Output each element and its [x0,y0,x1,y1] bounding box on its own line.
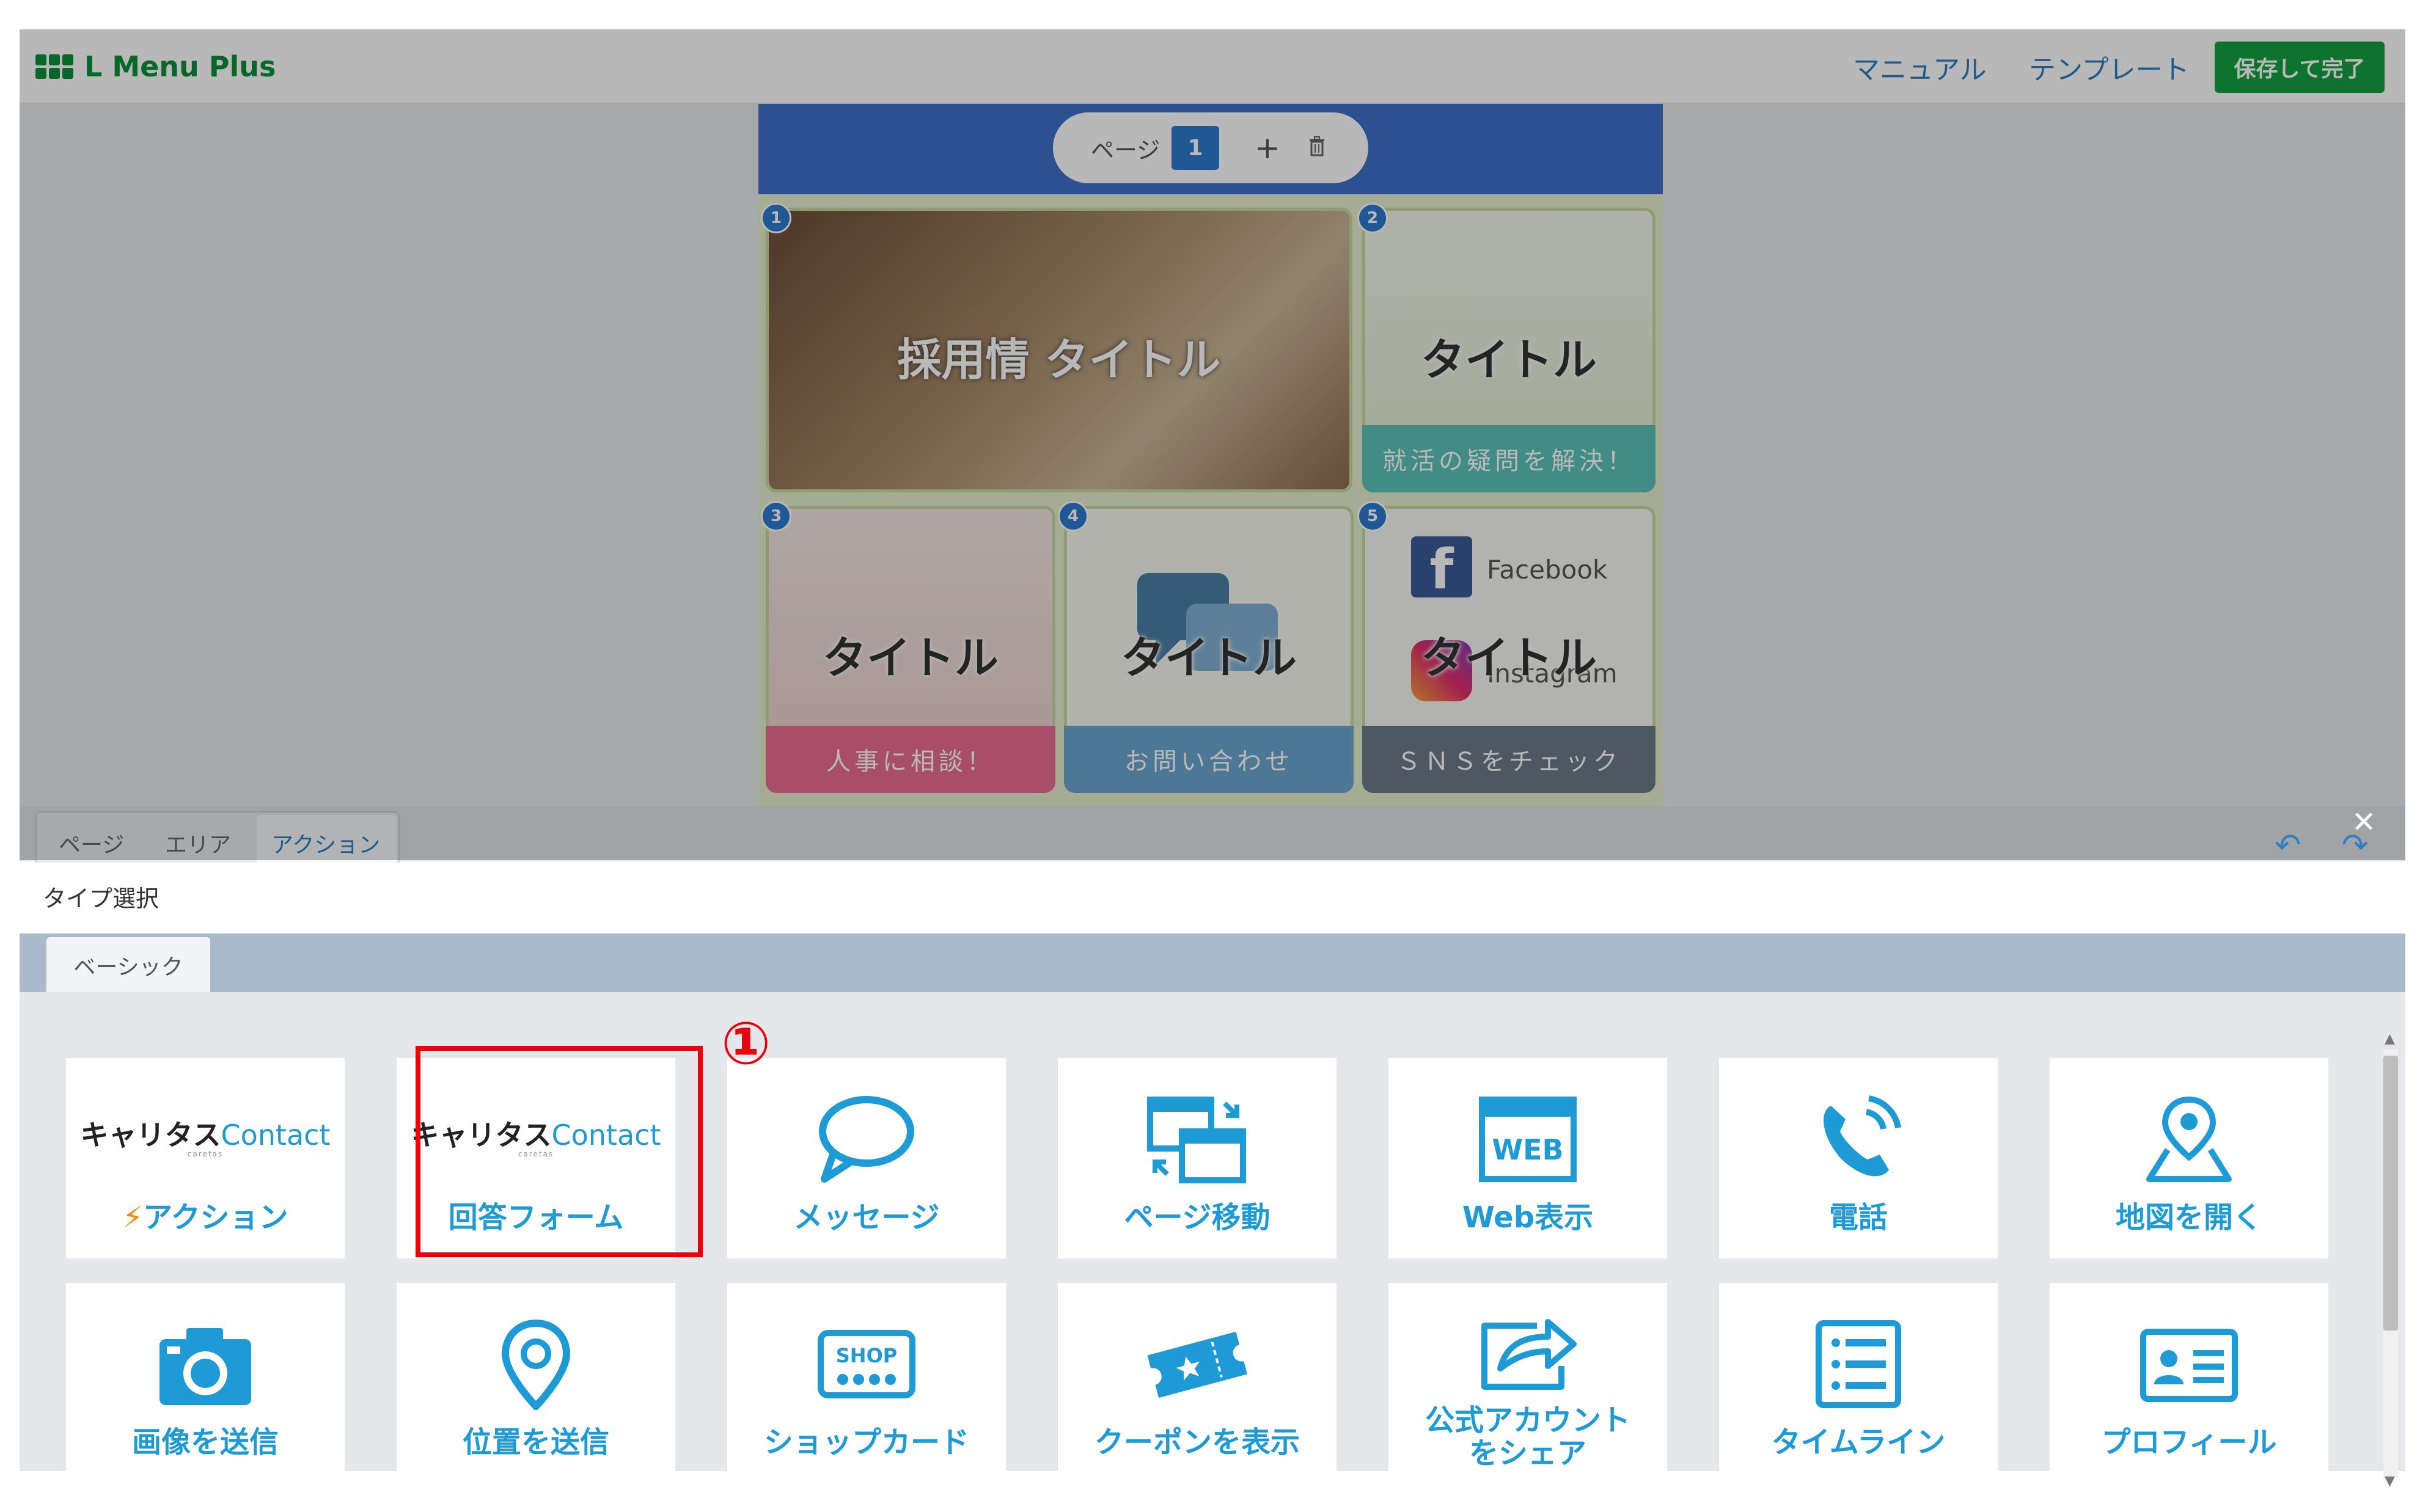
action-card-page-move[interactable]: ページ移動 [1058,1058,1336,1258]
close-icon[interactable]: ✕ [2352,805,2376,839]
highlight-box [416,1046,703,1257]
web-label: Web表示 [1462,1200,1594,1235]
speech-bubble-icon [819,1096,914,1183]
type-select-label: タイプ選択 [43,885,160,912]
brand-sub-text: caretas [187,1150,224,1158]
shop-card-icon: SHOP [818,1330,915,1398]
page-move-icon [1147,1097,1246,1183]
timeline-icon [1816,1320,1901,1408]
web-icon: WEB [1479,1097,1577,1182]
web-icon-text: WEB [1492,1133,1563,1166]
brand-main-text: キャリタス [80,1119,221,1152]
profile-label: プロフィール [2101,1425,2277,1459]
lightning-icon: ⚡ [122,1200,144,1235]
shop-icon-text: SHOP [836,1344,897,1367]
action-card-phone[interactable]: 電話 [1719,1058,1998,1258]
message-label: メッセージ [793,1200,940,1235]
step-marker: ① [721,1009,771,1078]
camera-icon [160,1328,251,1405]
send-location-label: 位置を送信 [462,1425,609,1459]
category-tab-bar [20,933,2405,992]
scroll-up-icon[interactable]: ▲ [2385,1031,2395,1046]
phone-icon [1824,1095,1901,1177]
coupon-icon [1147,1331,1248,1398]
scroll-thumb[interactable] [2383,1056,2398,1331]
share-icon [1481,1319,1577,1390]
profile-icon [2140,1329,2238,1402]
undo-icon[interactable]: ↶ [2275,827,2301,864]
brand-contact-text: Contact [221,1119,331,1152]
action-card-timeline[interactable]: タイムライン [1719,1283,1998,1483]
action-card-show-coupon[interactable]: クーポンを表示 [1058,1283,1336,1483]
action-card-open-map[interactable]: 地図を開く [2050,1058,2328,1258]
modal-dim-overlay [20,29,2405,860]
page-move-label: ページ移動 [1124,1200,1270,1235]
show-coupon-label: クーポンを表示 [1094,1425,1300,1459]
action-card-web[interactable]: WEB Web表示 [1388,1058,1667,1258]
action-card-message[interactable]: メッセージ [727,1058,1006,1258]
action-card-shop-card[interactable]: SHOP ショップカード [727,1283,1006,1483]
scroll-down-icon[interactable]: ▼ [2385,1474,2395,1489]
action-label-text: アクション [143,1200,288,1235]
location-pin-icon [501,1319,571,1410]
open-map-label: 地図を開く [2115,1200,2262,1235]
map-icon [2146,1096,2232,1182]
action-card-label: ⚡アクション [66,1201,345,1234]
action-card-send-location[interactable]: 位置を送信 [397,1283,675,1483]
action-card-send-image[interactable]: 画像を送信 [66,1283,345,1483]
send-image-label: 画像を送信 [131,1425,279,1459]
phone-label: 電話 [1828,1200,1888,1235]
timeline-label: タイムライン [1771,1425,1946,1459]
panel-scrollbar[interactable]: ▲ ▼ [2378,1031,2403,1493]
action-card-profile[interactable]: プロフィール [2050,1283,2328,1483]
action-type-grid: キャリタスContact caretas ⚡アクション キャリタスContact… [20,992,2405,1483]
share-account-label: 公式アカウント をシェア [1425,1403,1630,1470]
app-window: L Menu Plus マニュアル テンプレート 保存して完了 ページ 1 + [20,29,2405,1489]
action-card-share-account[interactable]: 公式アカウント をシェア [1388,1283,1667,1483]
careetas-contact-logo: キャリタスContact [66,1113,345,1153]
action-card-careetas-action[interactable]: キャリタスContact caretas ⚡アクション [66,1058,345,1258]
shop-card-label: ショップカード [763,1425,969,1459]
tab-basic[interactable]: ベーシック [46,937,210,993]
